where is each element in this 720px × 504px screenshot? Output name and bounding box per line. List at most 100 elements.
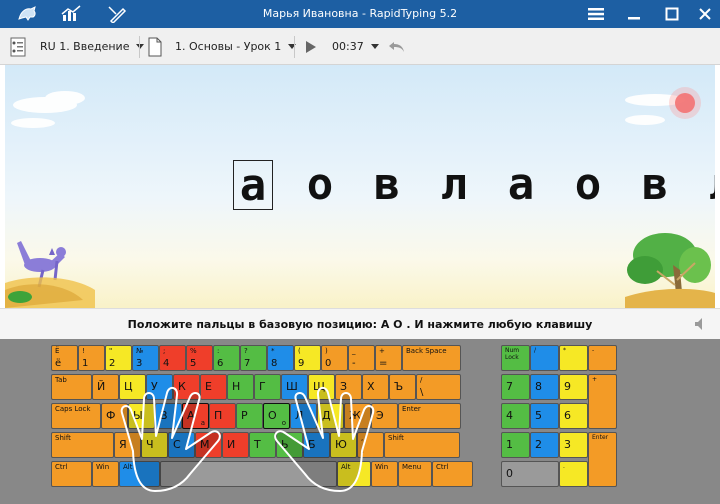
keyboard-layout-icon[interactable]	[8, 28, 30, 65]
numpad-key[interactable]: 6	[559, 403, 588, 429]
key-е[interactable]: Е	[200, 374, 227, 400]
maximize-icon[interactable]	[660, 0, 684, 28]
key-4[interactable]: ; 4	[159, 345, 186, 371]
key-ctrl[interactable]: Ctrl	[432, 461, 473, 487]
key-shift[interactable]: Shift	[51, 432, 114, 458]
numpad-key[interactable]: -	[588, 345, 617, 371]
key-ё[interactable]: Ёё	[51, 345, 78, 371]
key-back-space[interactable]: Back Space	[402, 345, 461, 371]
close-icon[interactable]	[694, 0, 716, 28]
key-1[interactable]: ! 1	[78, 345, 105, 371]
key-к[interactable]: К	[173, 374, 200, 400]
numpad-key[interactable]: 3	[559, 432, 588, 458]
app-logo-icon[interactable]	[14, 0, 40, 28]
key-7[interactable]: ? 7	[240, 345, 267, 371]
letter: л	[440, 159, 468, 210]
key-о[interactable]: Оо	[263, 403, 290, 429]
key-и[interactable]: И	[222, 432, 249, 458]
key-caps-lock[interactable]: Caps Lock	[51, 403, 101, 429]
key-win[interactable]: Win	[371, 461, 398, 487]
numpad-key[interactable]: 1	[501, 432, 530, 458]
numpad-key[interactable]: Num Lock	[501, 345, 530, 371]
numpad-key[interactable]: +	[588, 374, 617, 429]
key-х[interactable]: Х	[362, 374, 389, 400]
toolbar: RU 1. Введение 1. Основы - Урок 1 00:37	[0, 28, 720, 65]
key-win[interactable]: Win	[92, 461, 119, 487]
instruction-text: Положите пальцы в базовую позицию: А О .…	[0, 308, 720, 339]
key--[interactable]: _ -	[348, 345, 375, 371]
key-у[interactable]: У	[146, 374, 173, 400]
key-5[interactable]: % 5	[186, 345, 213, 371]
numpad-key[interactable]: .	[559, 461, 588, 487]
key-.[interactable]: ,.	[357, 432, 384, 458]
numpad-key[interactable]: 4	[501, 403, 530, 429]
key-м[interactable]: М	[195, 432, 222, 458]
key-в[interactable]: В	[155, 403, 182, 429]
letter: в	[373, 159, 401, 210]
key-ь[interactable]: Ь	[276, 432, 303, 458]
toolbar-divider	[139, 36, 140, 58]
numpad-key[interactable]: 7	[501, 374, 530, 400]
numpad-key[interactable]: 0	[501, 461, 559, 487]
key-alt[interactable]: Alt	[337, 461, 371, 487]
key-tab[interactable]: Tab	[51, 374, 92, 400]
layout-dropdown[interactable]: RU 1. Введение	[40, 28, 145, 65]
key-2[interactable]: " 2	[105, 345, 132, 371]
timer-dropdown[interactable]: 00:37	[332, 28, 379, 65]
key-ctrl[interactable]: Ctrl	[51, 461, 92, 487]
key-я[interactable]: Я	[114, 432, 141, 458]
key-с[interactable]: С	[168, 432, 195, 458]
key-0[interactable]: ) 0	[321, 345, 348, 371]
numpad-key[interactable]: 8	[530, 374, 559, 400]
key-з[interactable]: З	[335, 374, 362, 400]
key-л[interactable]: Л	[290, 403, 317, 429]
key-р[interactable]: Р	[236, 403, 263, 429]
key-ъ[interactable]: Ъ	[389, 374, 416, 400]
key-б[interactable]: Б	[303, 432, 330, 458]
key-щ[interactable]: Щ	[308, 374, 335, 400]
key-т[interactable]: Т	[249, 432, 276, 458]
numpad-key[interactable]: 5	[530, 403, 559, 429]
key-ж[interactable]: Ж	[344, 403, 371, 429]
key-г[interactable]: Г	[254, 374, 281, 400]
speaker-icon[interactable]	[694, 316, 708, 330]
key-п[interactable]: П	[209, 403, 236, 429]
key-=[interactable]: + =	[375, 345, 402, 371]
key-9[interactable]: (9	[294, 345, 321, 371]
minimize-icon[interactable]	[622, 0, 646, 28]
numpad-key[interactable]: Enter	[588, 432, 617, 487]
key-й[interactable]: Й	[92, 374, 119, 400]
key-menu[interactable]: Menu	[398, 461, 432, 487]
key-\[interactable]: / \	[416, 374, 461, 400]
numpad-key[interactable]: *	[559, 345, 588, 371]
letter-sequence: аовлаовл	[5, 65, 715, 308]
statistics-icon[interactable]	[58, 0, 84, 28]
key-ч[interactable]: Ч	[141, 432, 168, 458]
key-alt[interactable]: Alt	[119, 461, 160, 487]
numpad-key[interactable]: /	[530, 345, 559, 371]
lesson-dropdown[interactable]: 1. Основы - Урок 1	[175, 28, 297, 65]
key-ц[interactable]: Ц	[119, 374, 146, 400]
key-ф[interactable]: Ф	[101, 403, 128, 429]
key-space[interactable]	[160, 461, 337, 487]
key-ы[interactable]: Ы	[128, 403, 155, 429]
key-н[interactable]: Н	[227, 374, 254, 400]
key-ш[interactable]: Ш	[281, 374, 308, 400]
numpad-key[interactable]: 9	[559, 374, 588, 400]
lesson-file-icon[interactable]	[146, 28, 164, 65]
numpad-key[interactable]: 2	[530, 432, 559, 458]
lessons-editor-icon[interactable]	[104, 0, 130, 28]
key-3[interactable]: № 3	[132, 345, 159, 371]
key-э[interactable]: Э	[371, 403, 398, 429]
play-icon[interactable]	[305, 28, 317, 65]
key-6[interactable]: :6	[213, 345, 240, 371]
key-shift[interactable]: Shift	[384, 432, 460, 458]
chevron-down-icon	[136, 44, 145, 49]
key-ю[interactable]: Ю	[330, 432, 357, 458]
key-а[interactable]: Аа	[182, 403, 209, 429]
menu-icon[interactable]	[584, 0, 608, 28]
undo-icon[interactable]	[387, 28, 407, 65]
key-д[interactable]: Д	[317, 403, 344, 429]
key-8[interactable]: * 8	[267, 345, 294, 371]
key-enter[interactable]: Enter	[398, 403, 461, 429]
